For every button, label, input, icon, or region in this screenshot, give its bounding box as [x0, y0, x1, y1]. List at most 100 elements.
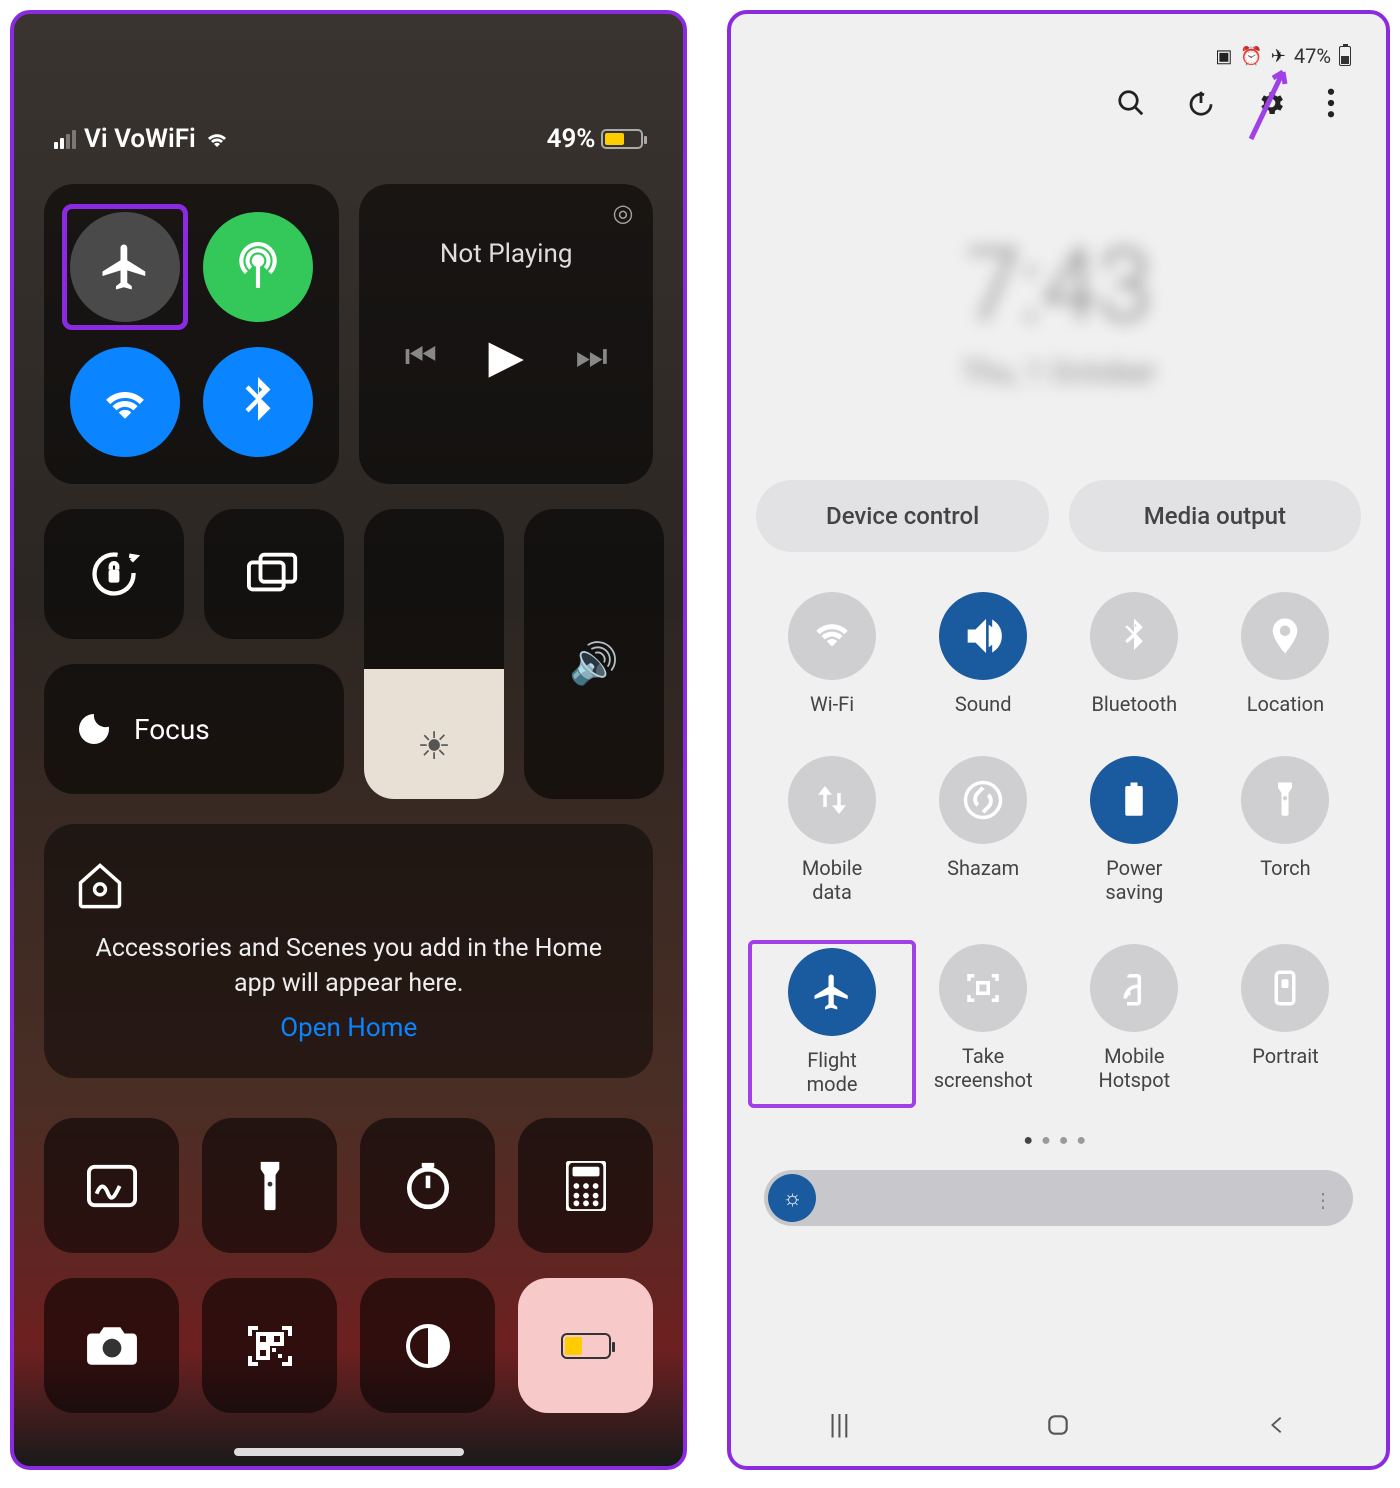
signal-bars-icon [54, 130, 76, 149]
lock-clock: 7:43 Thu, 1 October [756, 228, 1361, 390]
bluetooth-button[interactable] [203, 347, 313, 457]
qs-bluetooth-tile[interactable]: Bluetooth [1059, 592, 1210, 716]
nfc-icon: ▣ [1215, 46, 1232, 67]
screen-mirroring-button[interactable] [204, 509, 344, 639]
brightness-slider[interactable]: ☼ ⋮ [764, 1170, 1353, 1226]
qs-label: Shazam [947, 856, 1019, 880]
home-tile[interactable]: Accessories and Scenes you add in the Ho… [44, 824, 653, 1078]
qs-sound-tile[interactable]: Sound [908, 592, 1059, 716]
location-icon [1241, 592, 1329, 680]
gear-icon [1256, 88, 1286, 118]
wifi-icon [204, 129, 230, 149]
wifi-button[interactable] [70, 347, 180, 457]
open-home-link[interactable]: Open Home [74, 1013, 623, 1043]
recents-button[interactable]: ||| [829, 1408, 850, 1441]
navigation-bar: ||| [731, 1408, 1386, 1441]
qs-wifi-tile[interactable]: Wi-Fi [756, 592, 907, 716]
qs-shazam-tile[interactable]: Shazam [908, 756, 1059, 904]
timer-icon [403, 1161, 453, 1211]
flashlight-icon [257, 1160, 283, 1212]
shazam-icon [939, 756, 1027, 844]
power-icon [1186, 88, 1216, 118]
airplane-status-icon: ✈ [1271, 46, 1286, 67]
airplane-mode-button[interactable] [70, 212, 180, 322]
freeform-button[interactable] [44, 1118, 179, 1253]
orientation-lock-button[interactable] [44, 509, 184, 639]
clock-time: 7:43 [756, 228, 1361, 345]
qs-flight-tile[interactable]: Flightmode [748, 940, 915, 1108]
search-button[interactable] [1116, 88, 1146, 118]
mobiledata-icon [788, 756, 876, 844]
qs-label: Wi-Fi [810, 692, 854, 716]
media-tile[interactable]: ◎ Not Playing ⏮ ▶ ⏭ [359, 184, 654, 484]
qs-label: Location [1247, 692, 1324, 716]
more-button[interactable] [1326, 88, 1336, 118]
brightness-slider[interactable]: ☀ [364, 509, 504, 799]
connectivity-tile [44, 184, 339, 484]
camera-button[interactable] [44, 1278, 179, 1413]
airplay-icon[interactable]: ◎ [613, 199, 634, 227]
ios-control-center: Vi VoWiFi 49% ◎ Not [10, 10, 687, 1470]
android-quick-settings: ▣ ⏰ ✈ 47% 7:43 Thu, 1 October Device con… [727, 10, 1390, 1470]
qs-powersave-tile[interactable]: Powersaving [1059, 756, 1210, 904]
airplane-icon [98, 240, 152, 294]
carrier-label: Vi VoWiFi [84, 124, 196, 154]
cellular-data-button[interactable] [203, 212, 313, 322]
bluetooth-icon [243, 377, 273, 427]
brightness-menu-icon[interactable]: ⋮ [1313, 1188, 1333, 1212]
hotspot-icon [1090, 944, 1178, 1032]
flashlight-button[interactable] [202, 1118, 337, 1253]
qs-label: Bluetooth [1091, 692, 1177, 716]
android-toolbar [756, 68, 1361, 118]
settings-button[interactable] [1256, 88, 1286, 118]
portrait-icon [1241, 944, 1329, 1032]
sound-icon [939, 592, 1027, 680]
power-button[interactable] [1186, 88, 1216, 118]
qs-torch-tile[interactable]: Torch [1210, 756, 1361, 904]
antenna-icon [233, 242, 283, 292]
dark-mode-button[interactable] [360, 1278, 495, 1413]
play-button[interactable]: ▶ [488, 329, 523, 384]
contrast-icon [404, 1322, 452, 1370]
qs-hotspot-tile[interactable]: MobileHotspot [1059, 944, 1210, 1100]
qs-mobiledata-tile[interactable]: Mobiledata [756, 756, 907, 904]
back-button[interactable] [1266, 1414, 1288, 1436]
screenshot-icon [939, 944, 1027, 1032]
next-track-button[interactable]: ⏭ [575, 335, 607, 378]
more-vert-icon [1326, 88, 1336, 118]
low-power-button[interactable] [518, 1278, 653, 1413]
calculator-button[interactable] [518, 1118, 653, 1253]
freeform-icon [87, 1164, 137, 1208]
volume-icon: 🔊 [569, 640, 619, 687]
bluetooth-icon [1090, 592, 1178, 680]
flight-icon [788, 948, 876, 1036]
qr-scanner-button[interactable] [202, 1278, 337, 1413]
page-indicator[interactable]: ●●●● [756, 1130, 1361, 1150]
qs-label: Powersaving [1105, 856, 1163, 904]
rotation-lock-icon [88, 548, 140, 600]
volume-slider[interactable]: 🔊 [524, 509, 664, 799]
calculator-icon [566, 1161, 606, 1211]
battery-icon [601, 129, 643, 149]
qs-portrait-tile[interactable]: Portrait [1210, 944, 1361, 1100]
focus-button[interactable]: Focus [44, 664, 344, 794]
qs-label: Torch [1260, 856, 1310, 880]
ios-status-bar: Vi VoWiFi 49% [44, 54, 653, 184]
media-output-button[interactable]: Media output [1069, 480, 1361, 552]
qs-label: Takescreenshot [934, 1044, 1033, 1092]
qs-screenshot-tile[interactable]: Takescreenshot [908, 944, 1059, 1100]
qr-icon [246, 1322, 294, 1370]
alarm-icon: ⏰ [1240, 46, 1262, 67]
home-indicator[interactable] [234, 1448, 464, 1456]
brightness-icon: ☀ [417, 724, 451, 769]
prev-track-button[interactable]: ⏮ [405, 335, 437, 378]
clock-date: Thu, 1 October [756, 355, 1361, 390]
timer-button[interactable] [360, 1118, 495, 1253]
qs-location-tile[interactable]: Location [1210, 592, 1361, 716]
brightness-knob[interactable]: ☼ [768, 1174, 816, 1222]
home-button[interactable] [1045, 1412, 1071, 1438]
device-control-button[interactable]: Device control [756, 480, 1048, 552]
home-text: Accessories and Scenes you add in the Ho… [74, 931, 623, 1001]
wifi-icon [788, 592, 876, 680]
media-title: Not Playing [379, 239, 634, 269]
